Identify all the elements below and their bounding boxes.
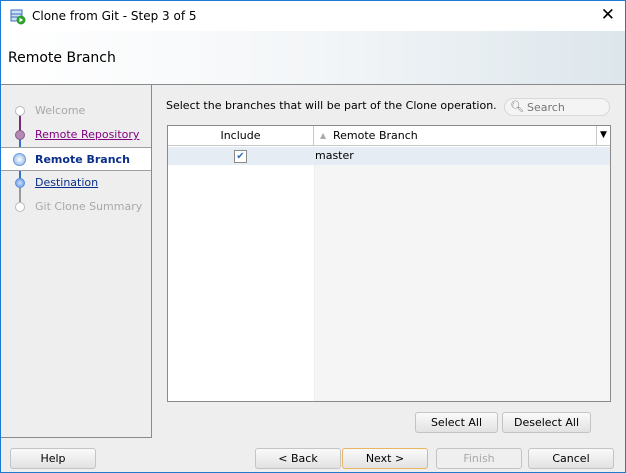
git-clone-app-icon bbox=[10, 9, 26, 25]
help-button[interactable]: Help bbox=[10, 448, 96, 469]
column-header-label: Remote Branch bbox=[333, 129, 418, 142]
column-background bbox=[314, 147, 610, 401]
step-circle-icon bbox=[15, 106, 25, 116]
step-label: Welcome bbox=[35, 104, 86, 117]
step-circle-icon bbox=[13, 153, 26, 166]
branch-name: master bbox=[315, 149, 354, 162]
title-bar: Clone from Git - Step 3 of 5 ✕ bbox=[1, 1, 625, 31]
step-label[interactable]: Destination bbox=[35, 176, 98, 189]
next-button[interactable]: Next > bbox=[342, 448, 428, 469]
select-all-button[interactable]: Select All bbox=[415, 412, 498, 433]
step-remote-repository[interactable]: Remote Repository bbox=[1, 123, 151, 147]
step-destination[interactable]: Destination bbox=[1, 171, 151, 195]
cancel-button[interactable]: Cancel bbox=[528, 448, 614, 469]
step-label: Remote Branch bbox=[35, 153, 130, 166]
finish-button: Finish bbox=[436, 448, 522, 469]
search-icon: 🔍︎ bbox=[510, 100, 524, 113]
search-input[interactable] bbox=[527, 100, 605, 114]
page-header: Remote Branch bbox=[1, 31, 625, 85]
table-header: Include ▲ Remote Branch ▼ bbox=[168, 126, 610, 146]
sort-ascending-icon: ▲ bbox=[320, 131, 327, 140]
instructions-text: Select the branches that will be part of… bbox=[166, 99, 497, 112]
page-title: Remote Branch bbox=[8, 50, 116, 66]
step-circle-icon bbox=[15, 130, 25, 140]
step-label: Git Clone Summary bbox=[35, 200, 143, 213]
step-label[interactable]: Remote Repository bbox=[35, 128, 139, 141]
dialog-window: Clone from Git - Step 3 of 5 ✕ Remote Br… bbox=[0, 0, 626, 473]
step-git-clone-summary: Git Clone Summary bbox=[1, 195, 151, 219]
step-circle-icon bbox=[15, 202, 25, 212]
step-remote-branch: Remote Branch bbox=[1, 147, 151, 171]
branches-table: Include ▲ Remote Branch ▼ ✔ master bbox=[167, 125, 611, 402]
step-welcome: Welcome bbox=[1, 99, 151, 123]
wizard-steps: Welcome Remote Repository Remote Branch … bbox=[1, 85, 152, 438]
back-button[interactable]: < Back bbox=[255, 448, 341, 469]
window-title: Clone from Git - Step 3 of 5 bbox=[32, 9, 197, 23]
column-menu-dropdown-icon[interactable]: ▼ bbox=[596, 126, 610, 146]
include-checkbox[interactable]: ✔ bbox=[234, 150, 247, 163]
table-row[interactable]: ✔ master bbox=[168, 147, 610, 165]
column-header-remote-branch[interactable]: ▲ Remote Branch bbox=[315, 126, 595, 146]
deselect-all-button[interactable]: Deselect All bbox=[502, 412, 591, 433]
step-circle-icon bbox=[15, 178, 25, 188]
close-icon[interactable]: ✕ bbox=[601, 5, 615, 25]
column-header-include[interactable]: Include bbox=[168, 126, 314, 146]
search-box[interactable]: 🔍︎ bbox=[504, 98, 610, 116]
